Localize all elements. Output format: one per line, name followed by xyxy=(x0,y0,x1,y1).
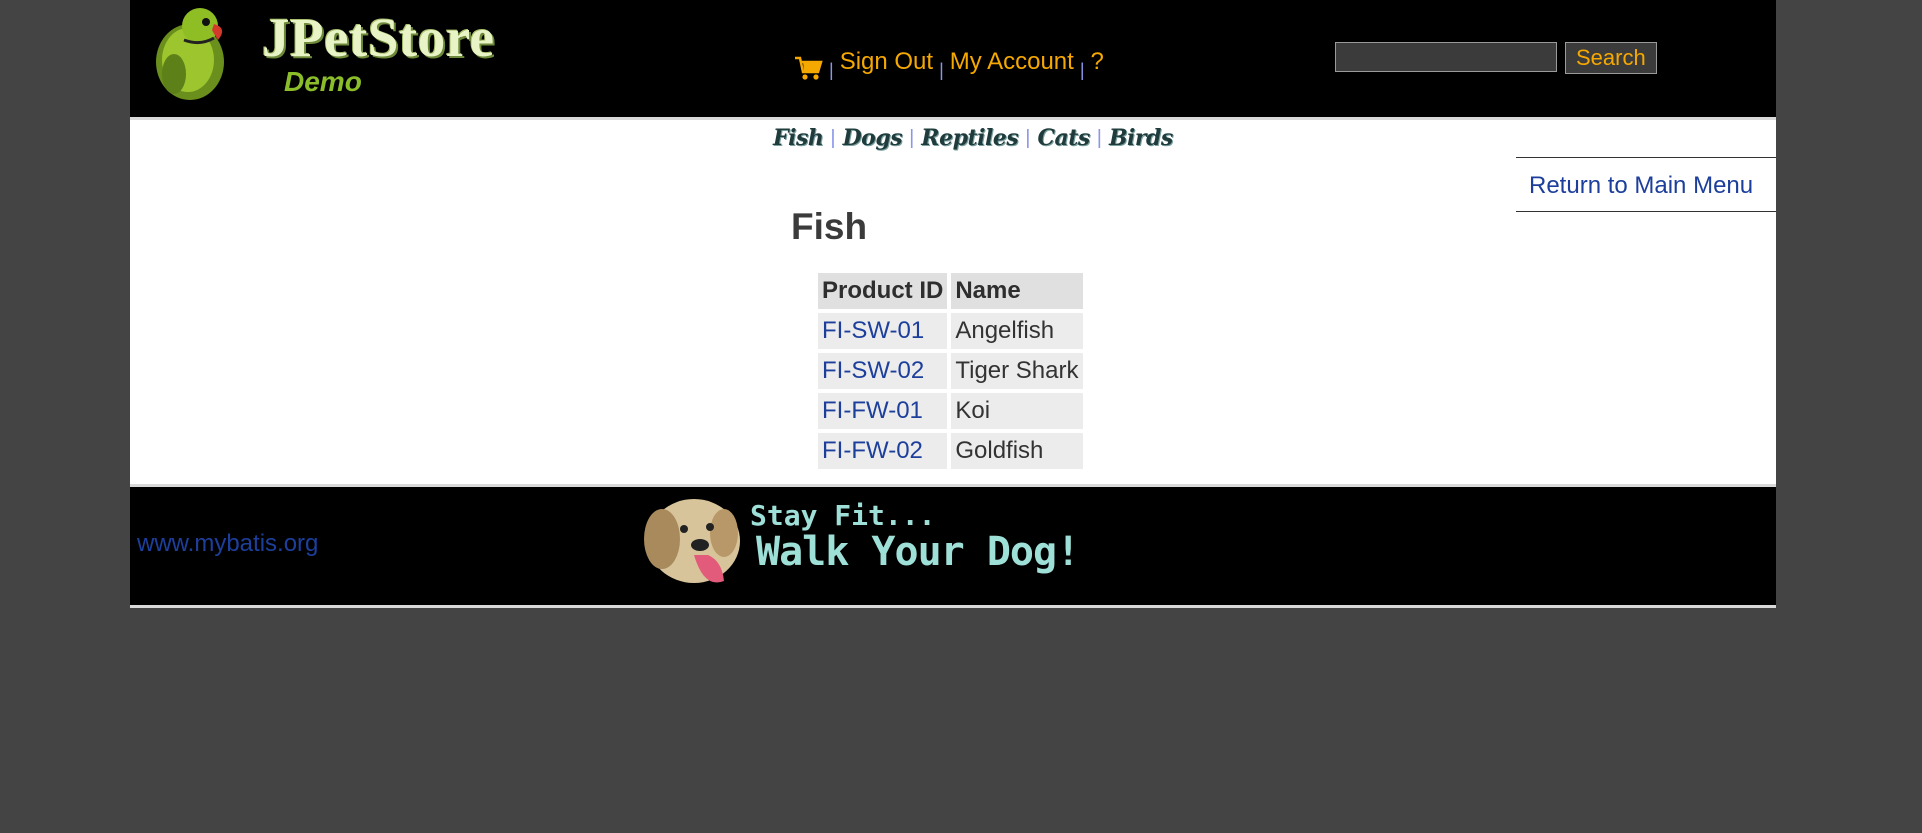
quicklink-separator: | xyxy=(909,126,915,149)
logo-subtitle: Demo xyxy=(284,66,362,97)
page: JPetStore Demo | Sign Out | My Account |… xyxy=(130,0,1776,608)
sign-out-link[interactable]: Sign Out xyxy=(840,48,933,76)
header: JPetStore Demo | Sign Out | My Account |… xyxy=(130,0,1776,120)
quicklink-cats[interactable]: Cats xyxy=(1037,125,1090,151)
product-table: Product ID Name FI-SW-01 Angelfish FI-SW… xyxy=(814,269,1087,473)
product-name-cell: Koi xyxy=(951,393,1083,429)
product-id-link[interactable]: FI-SW-01 xyxy=(822,317,924,344)
logo-title: JPetStore xyxy=(262,7,495,68)
walk-your-dog-banner: Stay Fit... Walk Your Dog! xyxy=(638,489,1108,595)
quicklink-fish[interactable]: Fish xyxy=(773,125,824,151)
menu-separator: | xyxy=(939,59,944,80)
product-id-cell: FI-FW-01 xyxy=(818,393,948,429)
return-to-main-menu-link[interactable]: Return to Main Menu xyxy=(1516,157,1776,212)
quicklink-dogs[interactable]: Dogs xyxy=(843,125,903,151)
category-title: Fish xyxy=(791,206,868,247)
table-row: FI-FW-02 Goldfish xyxy=(818,433,1083,469)
product-name-cell: Tiger Shark xyxy=(951,353,1083,389)
banner-line-2: Walk Your Dog! xyxy=(756,529,1080,575)
table-row: FI-SW-01 Angelfish xyxy=(818,313,1083,349)
search-button[interactable]: Search xyxy=(1565,42,1657,74)
header-menu: | Sign Out | My Account | ? xyxy=(793,44,1104,80)
product-id-link[interactable]: FI-SW-02 xyxy=(822,357,924,384)
quicklink-separator: | xyxy=(1096,126,1102,149)
menu-separator: | xyxy=(1079,59,1085,80)
product-id-link[interactable]: FI-FW-02 xyxy=(822,437,923,464)
logo[interactable]: JPetStore Demo xyxy=(144,4,514,104)
content: Fish | Dogs | Reptiles | Cats | Birds Re… xyxy=(130,120,1776,484)
category-quicklinks: Fish | Dogs | Reptiles | Cats | Birds xyxy=(773,125,1173,151)
quicklink-separator: | xyxy=(830,126,836,149)
quicklink-birds[interactable]: Birds xyxy=(1109,125,1173,151)
mybatis-link[interactable]: www.mybatis.org xyxy=(137,530,318,558)
search-input[interactable] xyxy=(1335,42,1557,72)
product-id-cell: FI-SW-01 xyxy=(818,313,948,349)
help-link[interactable]: ? xyxy=(1091,48,1104,76)
quicklink-separator: | xyxy=(1025,126,1031,149)
table-header-row: Product ID Name xyxy=(818,273,1083,309)
menu-separator: | xyxy=(829,59,834,80)
banner-line-1: Stay Fit... xyxy=(750,499,936,532)
search-form: Search xyxy=(1335,42,1657,74)
footer: www.mybatis.org Stay Fit... Walk Your Do… xyxy=(130,484,1776,608)
table-row: FI-SW-02 Tiger Shark xyxy=(818,353,1083,389)
parrot-logo-icon xyxy=(156,8,224,100)
my-account-link[interactable]: My Account xyxy=(950,48,1074,76)
dog-icon xyxy=(644,499,740,583)
table-row: FI-FW-01 Koi xyxy=(818,393,1083,429)
product-name-cell: Goldfish xyxy=(951,433,1083,469)
column-header-product-id: Product ID xyxy=(818,273,948,309)
product-name-cell: Angelfish xyxy=(951,313,1083,349)
product-id-cell: FI-SW-02 xyxy=(818,353,948,389)
column-header-name: Name xyxy=(951,273,1083,309)
product-id-cell: FI-FW-02 xyxy=(818,433,948,469)
shopping-cart-icon[interactable] xyxy=(793,54,823,82)
quicklink-reptiles[interactable]: Reptiles xyxy=(921,125,1018,151)
product-id-link[interactable]: FI-FW-01 xyxy=(822,397,923,424)
